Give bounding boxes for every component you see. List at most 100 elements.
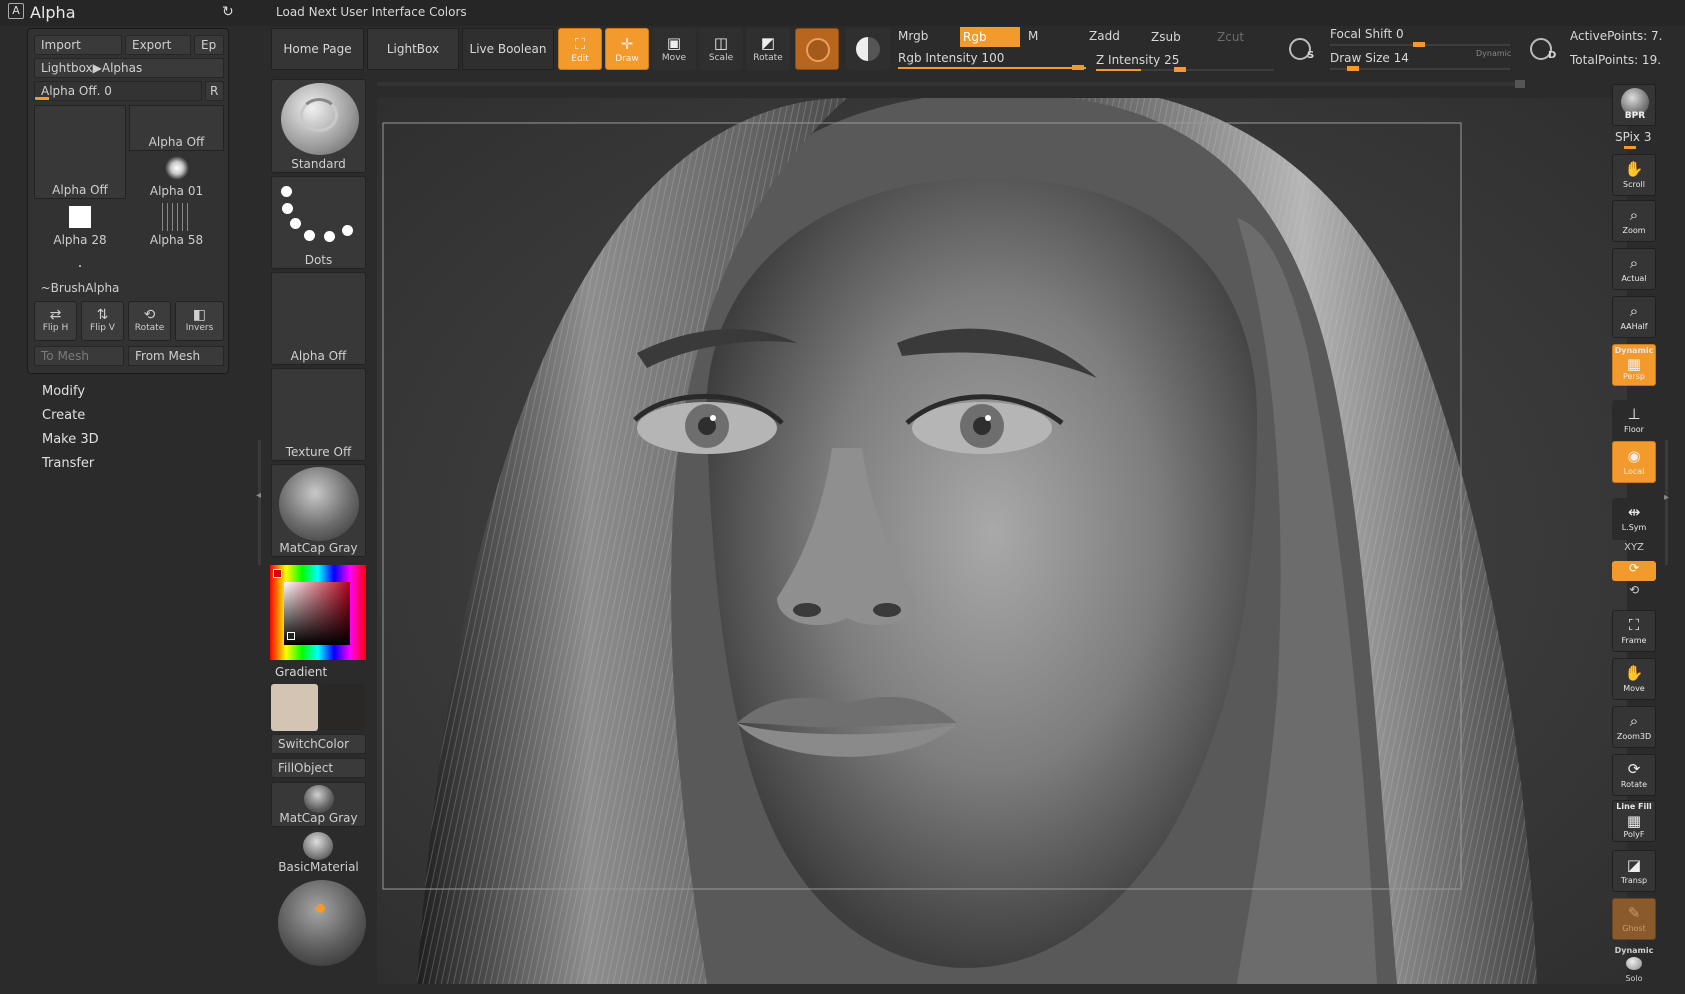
rgb-intensity-slider[interactable] [898, 67, 1086, 69]
alpha-01-thumbnail[interactable]: Alpha 01 [129, 154, 224, 199]
zoom3d-button[interactable]: ⌕ Zoom3D [1612, 706, 1656, 748]
color-mode-button[interactable] [846, 28, 890, 70]
lightbox-alphas-button[interactable]: Lightbox▶Alphas [34, 58, 224, 78]
xyz-button[interactable]: XYZ [1612, 543, 1656, 553]
dynamic-toggle[interactable]: Dynamic [1476, 49, 1511, 58]
flip-h-button[interactable]: ⇄ Flip H [34, 301, 77, 341]
z-axis-rotate-icon[interactable]: ⟲ [1612, 584, 1656, 596]
perspective-grid-icon: ▦ [1626, 355, 1642, 373]
focal-s-icon-button[interactable]: S [1285, 32, 1319, 66]
move-view-button[interactable]: ✋ Move [1612, 658, 1656, 700]
to-mesh-button[interactable]: To Mesh [34, 346, 124, 366]
make-3d-menu[interactable]: Make 3D [42, 432, 99, 447]
picker-hue-marker[interactable] [273, 569, 282, 578]
focal-shift-handle[interactable] [1413, 42, 1425, 47]
top-shelf-scroll[interactable] [377, 82, 1521, 86]
invers-button[interactable]: ◧ Invers [175, 301, 224, 341]
draw-icon: ✛ [620, 35, 634, 53]
draw-button[interactable]: ✛ Draw [605, 28, 649, 70]
from-mesh-button[interactable]: From Mesh [128, 346, 224, 366]
transp-button[interactable]: ◪ Transp [1612, 850, 1656, 892]
stroke-dots-button[interactable]: Dots [271, 176, 366, 269]
load-next-ui-colors-button[interactable]: Load Next User Interface Colors [276, 5, 467, 19]
collapse-left-icon[interactable]: ◂ [256, 490, 261, 501]
fill-object-button[interactable]: FillObject [271, 758, 366, 778]
local-button[interactable]: ◉ Local [1612, 441, 1656, 483]
document-canvas[interactable] [377, 98, 1627, 984]
scroll-button[interactable]: ✋ Scroll [1612, 154, 1656, 196]
lsym-button[interactable]: ⇹ L.Sym [1612, 498, 1656, 540]
alpha-off-thumbnail[interactable]: Alpha Off [129, 105, 224, 151]
zoom-button[interactable]: ⌕ Zoom [1612, 200, 1656, 242]
alpha-off-button[interactable]: Alpha Off [271, 272, 366, 365]
r-button[interactable]: R [205, 81, 224, 101]
rgb-toggle[interactable]: Rgb [960, 27, 1020, 47]
current-alpha-thumbnail[interactable]: Alpha Off [34, 105, 126, 199]
sculpt-render [377, 98, 1627, 984]
actual-label: Actual [1621, 274, 1647, 283]
brush-alpha-thumbnail[interactable]: ~BrushAlpha [34, 251, 126, 296]
zsub-toggle[interactable]: Zsub [1151, 30, 1181, 44]
z-intensity-handle[interactable] [1174, 67, 1186, 72]
top-shelf-scroll-thumb[interactable] [1515, 80, 1525, 88]
matcap-gray-small-button[interactable]: MatCap Gray [271, 782, 366, 827]
material-swatch-button[interactable] [795, 28, 839, 70]
actual-button[interactable]: ⌕ Actual [1612, 248, 1656, 290]
rotate-alpha-button[interactable]: ⟲ Rotate [128, 301, 171, 341]
polyf-button[interactable]: Line Fill ▦ PolyF [1612, 800, 1656, 842]
live-boolean-button[interactable]: Live Boolean [462, 28, 554, 70]
frame-button[interactable]: ⛶ Frame [1612, 610, 1656, 652]
rgb-intensity-handle[interactable] [1072, 65, 1084, 70]
light-position-marker[interactable] [316, 904, 325, 913]
collapse-right-icon[interactable]: ▸ [1664, 492, 1669, 503]
panel-scrollbar[interactable] [258, 440, 261, 565]
aahalf-button[interactable]: ⌕ AAHalf [1612, 296, 1656, 338]
main-color-swatch[interactable] [271, 684, 318, 731]
edit-icon: ⛶ [574, 35, 586, 53]
spix-slider[interactable]: SPix 3 [1615, 130, 1651, 144]
picker-color-marker[interactable] [287, 632, 295, 640]
flip-v-button[interactable]: ⇅ Flip V [81, 301, 124, 341]
zcut-toggle[interactable]: Zcut [1217, 30, 1244, 44]
rotate-view-button[interactable]: ⟳ Rotate [1612, 754, 1656, 796]
persp-button[interactable]: Dynamic ▦ Persp [1612, 344, 1656, 386]
m-toggle[interactable]: M [1028, 29, 1038, 43]
brush-standard-button[interactable]: Standard [271, 79, 366, 173]
modify-menu[interactable]: Modify [42, 384, 85, 399]
color-picker[interactable] [270, 565, 366, 660]
zadd-toggle[interactable]: Zadd [1089, 29, 1120, 43]
lightbox-button[interactable]: LightBox [367, 28, 459, 70]
alpha-off-slider[interactable]: Alpha Off. 0 [34, 81, 202, 101]
gradient-label[interactable]: Gradient [275, 665, 327, 679]
edit-button[interactable]: ⛶ Edit [558, 28, 602, 70]
refresh-icon[interactable]: ↻ [222, 4, 234, 20]
spix-handle[interactable] [1624, 146, 1636, 149]
ghost-button[interactable]: ✎ Ghost [1612, 898, 1656, 940]
solo-sphere-icon[interactable] [1626, 957, 1642, 970]
scale-button[interactable]: ◫ Scale [699, 28, 743, 70]
secondary-color-swatch[interactable] [320, 684, 366, 731]
move-button[interactable]: ▣ Move [652, 28, 696, 70]
ep-button[interactable]: Ep [194, 35, 224, 55]
material-matcap-gray-button[interactable]: MatCap Gray [271, 464, 366, 557]
texture-off-button[interactable]: Texture Off [271, 368, 366, 461]
draw-size-handle[interactable] [1347, 66, 1359, 71]
transfer-menu[interactable]: Transfer [42, 456, 94, 471]
rotate-button[interactable]: ◩ Rotate [746, 28, 790, 70]
export-button[interactable]: Export [125, 35, 191, 55]
d-icon-button[interactable]: D [1526, 32, 1560, 66]
floor-button[interactable]: ⊥ Floor [1612, 400, 1656, 442]
create-menu[interactable]: Create [42, 408, 85, 423]
rotate-label: Rotate [134, 323, 165, 333]
light-sphere[interactable] [278, 880, 366, 966]
alpha-58-thumbnail[interactable]: Alpha 58 [129, 203, 224, 248]
alpha-28-thumbnail[interactable]: Alpha 28 [34, 203, 126, 248]
basic-material-button[interactable]: BasicMaterial [271, 830, 366, 875]
import-button[interactable]: Import [34, 35, 122, 55]
zoom3d-icon: ⌕ [1629, 712, 1639, 730]
home-page-button[interactable]: Home Page [271, 28, 364, 70]
switch-color-button[interactable]: SwitchColor [271, 734, 366, 754]
bpr-button[interactable]: BPR [1612, 84, 1656, 126]
mrgb-toggle[interactable]: Mrgb [898, 29, 928, 43]
y-axis-rotate-button[interactable]: ⟳ [1612, 561, 1656, 581]
